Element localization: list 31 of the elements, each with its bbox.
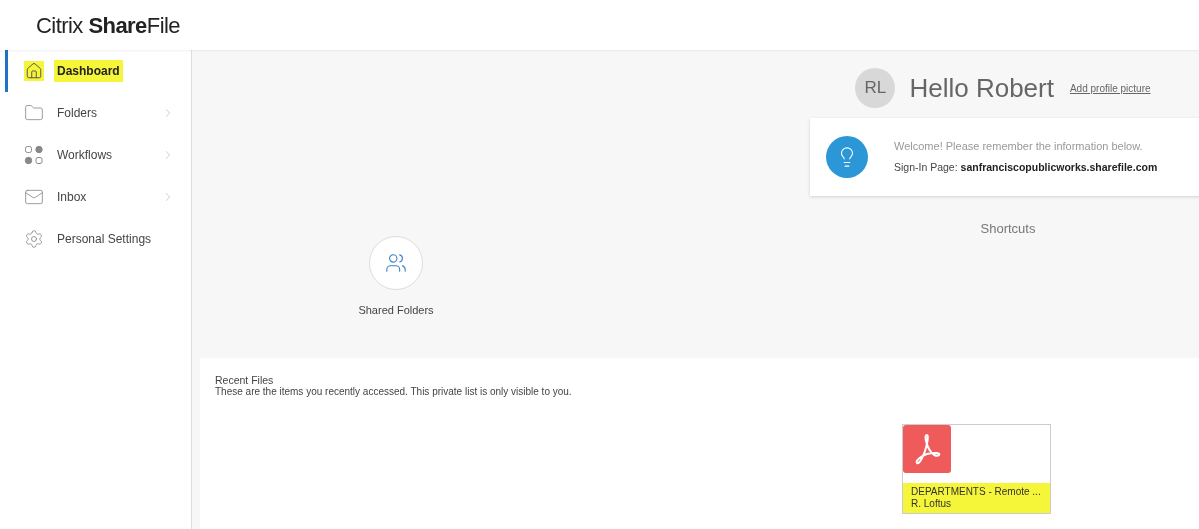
shortcut-label: Shared Folders — [358, 303, 434, 318]
sidebar-item[interactable]: Personal Settings — [5, 218, 191, 260]
sidebar-label: Workflows — [56, 147, 114, 164]
file-owner: R. Loftus — [911, 498, 953, 510]
avatar: RL — [855, 68, 896, 108]
sidebar-label: Inbox — [56, 189, 88, 206]
shortcut-button[interactable]: Shared Folders — [358, 236, 434, 319]
sidebar-item[interactable]: Workflows — [5, 134, 191, 176]
file-name: DEPARTMENTS - Remote ... — [911, 486, 1042, 498]
add-profile-picture-link[interactable]: Add profile picture — [1069, 80, 1151, 96]
settings-icon — [24, 229, 44, 249]
recent-files-description: These are the items you recently accessed. This private list is only visible to you. — [215, 386, 573, 398]
workflow-icon — [24, 145, 44, 165]
sidebar-label: Personal Settings — [56, 231, 153, 248]
folder-icon — [24, 103, 44, 123]
shortcuts-heading: Shortcuts — [980, 220, 1036, 238]
people-icon — [385, 252, 407, 274]
sidebar-label: Dashboard — [54, 60, 123, 82]
home-icon — [25, 62, 43, 80]
sidebar-item[interactable]: Dashboard — [5, 50, 191, 92]
sidebar-item[interactable]: Folders — [5, 92, 191, 134]
greeting: Hello Robert — [909, 71, 1054, 105]
sign-in-page-text: Sign-In Page: sanfranciscopublicworks.sharefile.com — [894, 160, 1158, 176]
pdf-icon — [903, 425, 951, 473]
sidebar-label: Folders — [56, 105, 98, 122]
app-logo: Citrix ShareFile — [36, 11, 181, 40]
file-card[interactable]: DEPARTMENTS - Remote ... R. Loftus — [902, 424, 1051, 514]
welcome-message: Welcome! Please remember the information below. — [894, 138, 1144, 154]
mail-icon — [24, 187, 44, 207]
recent-files-heading: Recent Files — [215, 374, 275, 386]
sidebar-item[interactable]: Inbox — [5, 176, 191, 218]
